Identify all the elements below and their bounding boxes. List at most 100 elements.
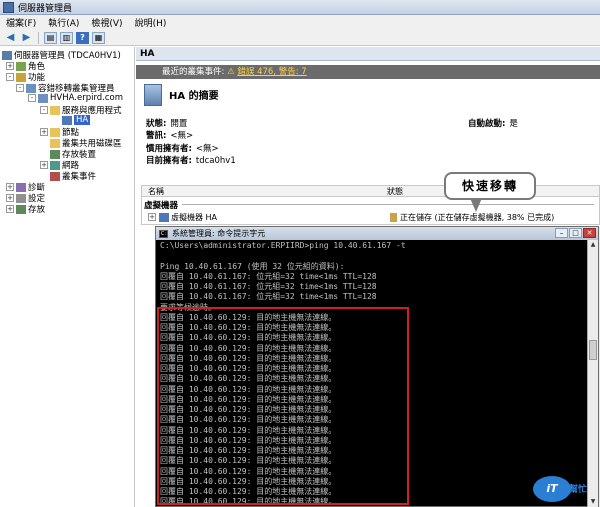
- hourglass-icon: [390, 212, 397, 222]
- console-line: 回覆自 10.40.60.129: 目的地主機無法連線。: [160, 333, 337, 343]
- tree-item-storage-root[interactable]: + 存放: [6, 203, 45, 215]
- menu-file[interactable]: 檔案(F): [6, 16, 36, 29]
- console-line: 回覆自 10.40.60.129: 目的地主機無法連線。: [160, 466, 337, 476]
- column-header-status[interactable]: 狀態: [387, 186, 403, 197]
- close-icon[interactable]: ✕: [583, 228, 596, 238]
- console-line: 回覆自 10.40.60.129: 目的地主機無法連線。: [160, 323, 337, 332]
- server-manager-app-icon: [3, 1, 14, 13]
- event-icon: [50, 171, 60, 181]
- expand-icon[interactable]: +: [6, 62, 14, 70]
- current-owner-label: 目前擁有者:: [146, 156, 192, 166]
- collapse-icon[interactable]: -: [6, 73, 14, 81]
- menu-view[interactable]: 檢視(V): [91, 16, 122, 29]
- tree-item-cluster-hvha[interactable]: - HVHA.erpird.com: [28, 93, 123, 103]
- console-scrollbar[interactable]: ▲ ▼: [587, 240, 598, 507]
- group-label-vm: 虛擬機器: [144, 201, 179, 211]
- console-line: 回覆自 10.40.60.129: 目的地主機無法連線。: [160, 487, 337, 496]
- cmd-title-bar[interactable]: C: 系統管理員: 命令提示字元 – □ ✕: [156, 227, 598, 240]
- vm-icon: [159, 212, 169, 222]
- alert-row: 警訊: <無>: [146, 129, 193, 141]
- tree-item-label: 存放: [28, 205, 46, 215]
- tree-item-cluster-events[interactable]: 叢集事件: [50, 170, 96, 182]
- menu-bar: 檔案(F) 執行(A) 檢視(V) 說明(H): [0, 15, 600, 30]
- expand-icon[interactable]: +: [6, 183, 14, 191]
- features-icon: [16, 72, 26, 82]
- show-hide-tree-icon[interactable]: ▥: [60, 31, 73, 44]
- annotation-callout: 快速移轉: [444, 172, 536, 200]
- collapse-icon[interactable]: -: [28, 94, 36, 102]
- console-line: Ping 10.40.61.167 (使用 32 位元組的資料):: [160, 261, 345, 271]
- preferred-owner-label: 慣用擁有者:: [146, 144, 192, 154]
- console-line: 回覆自 10.40.60.129: 目的地主機無法連線。: [160, 405, 337, 414]
- window-title-bar: 伺服器管理員: [0, 0, 600, 15]
- tree-item-label: HA: [74, 115, 91, 125]
- scroll-up-icon[interactable]: ▲: [588, 240, 598, 250]
- status-value: 開置: [170, 119, 188, 129]
- expand-icon[interactable]: +: [6, 205, 14, 213]
- diagnostics-icon: [16, 182, 26, 192]
- expand-icon[interactable]: +: [6, 194, 14, 202]
- console-line: 回覆自 10.40.60.129: 目的地主機無法連線。: [160, 394, 337, 404]
- console-output[interactable]: C:\Users\administrator.ERPIIRD>ping 10.4…: [158, 241, 586, 507]
- status-label: 狀態:: [146, 119, 167, 129]
- toolbar: ◀ ▶ ▤ ▥ ? ▦: [0, 30, 600, 46]
- callout-pointer: [470, 198, 482, 212]
- console-line: 回覆自 10.40.60.129: 目的地主機無法連線。: [160, 415, 337, 425]
- folder-up-icon[interactable]: ▤: [44, 31, 57, 44]
- server-icon: [2, 50, 12, 60]
- properties-icon[interactable]: ▦: [92, 31, 105, 44]
- current-owner-row: 目前擁有者: tdca0hv1: [146, 154, 236, 166]
- console-line: 回覆自 10.40.60.129: 目的地主機無法連線。: [160, 343, 337, 353]
- menu-help[interactable]: 說明(H): [135, 16, 167, 29]
- command-prompt-window[interactable]: C: 系統管理員: 命令提示字元 – □ ✕ C:\Users\administ…: [155, 226, 599, 507]
- scroll-thumb[interactable]: [589, 340, 597, 360]
- folder-icon: [50, 138, 60, 148]
- summary-title: HA 的摘要: [169, 91, 219, 102]
- folder-icon: [50, 105, 60, 115]
- tree-item-label: HVHA.erpird.com: [50, 93, 124, 103]
- console-line: 回覆自 10.40.60.129: 目的地主機無法連線。: [160, 374, 337, 384]
- expand-icon[interactable]: +: [148, 213, 156, 221]
- console-line: 回覆自 10.40.60.129: 目的地主機無法連線。: [160, 425, 337, 435]
- forward-arrow-icon[interactable]: ▶: [20, 32, 33, 44]
- help-icon[interactable]: ?: [76, 31, 89, 44]
- console-line: 回覆自 10.40.61.167: 位元組=32 time<1ms TTL=12…: [160, 292, 377, 302]
- expand-icon[interactable]: +: [40, 161, 48, 169]
- toolbar-divider: [38, 31, 39, 44]
- menu-action[interactable]: 執行(A): [48, 16, 79, 29]
- console-line: 回覆自 10.40.60.129: 目的地主機無法連線。: [160, 446, 337, 455]
- preferred-owner-row: 慣用擁有者: <無>: [146, 142, 219, 154]
- maximize-icon[interactable]: □: [569, 228, 582, 238]
- console-line: 回覆自 10.40.60.129: 目的地主機無法連線。: [160, 497, 337, 507]
- group-divider: [182, 204, 594, 205]
- console-line: 回覆自 10.40.60.129: 目的地主機無法連線。: [160, 476, 337, 486]
- column-header-name[interactable]: 名稱: [148, 186, 164, 197]
- collapse-icon[interactable]: -: [40, 106, 48, 114]
- recent-events-bar: 最近的叢集事件: ⚠ 錯誤 476, 警告: 7: [136, 65, 600, 79]
- console-icon: C:: [159, 229, 168, 238]
- minimize-icon[interactable]: –: [555, 228, 568, 238]
- autostart-row: 自動啟動: 是: [468, 117, 518, 129]
- folder-icon: [50, 127, 60, 137]
- console-line: 回覆自 10.40.60.129: 目的地主機無法連線。: [160, 364, 337, 373]
- recent-events-link[interactable]: 錯誤 476, 警告: 7: [237, 67, 306, 77]
- autostart-label: 自動啟動:: [468, 119, 506, 129]
- console-line: 回覆自 10.40.60.129: 目的地主機無法連線。: [160, 435, 337, 445]
- cluster-node-icon: [38, 93, 48, 103]
- console-line: C:\Users\administrator.ERPIIRD>ping 10.4…: [160, 241, 406, 250]
- expand-icon[interactable]: +: [40, 128, 48, 136]
- console-line: 回覆自 10.40.61.167: 位元組=32 time<1ms TTL=12…: [160, 282, 377, 291]
- autostart-value: 是: [509, 119, 518, 129]
- alert-label: 警訊:: [146, 131, 167, 141]
- ithome-watermark: iT 幫忙: [533, 474, 595, 504]
- cmd-title: 系統管理員: 命令提示字元: [172, 229, 266, 238]
- console-line: 回覆自 10.40.60.129: 目的地主機無法連線。: [160, 312, 337, 322]
- tree-item-ha[interactable]: HA: [62, 115, 91, 125]
- table-row[interactable]: + 虛擬機器 HA 正在儲存 (正在儲存虛擬機器, 38% 已完成): [142, 211, 599, 223]
- current-owner-value: tdca0hv1: [195, 156, 236, 166]
- window-buttons: – □ ✕: [555, 228, 596, 238]
- collapse-icon[interactable]: -: [16, 84, 24, 92]
- vm-status: 正在儲存 (正在儲存虛擬機器, 38% 已完成): [400, 212, 555, 222]
- back-arrow-icon[interactable]: ◀: [4, 32, 17, 44]
